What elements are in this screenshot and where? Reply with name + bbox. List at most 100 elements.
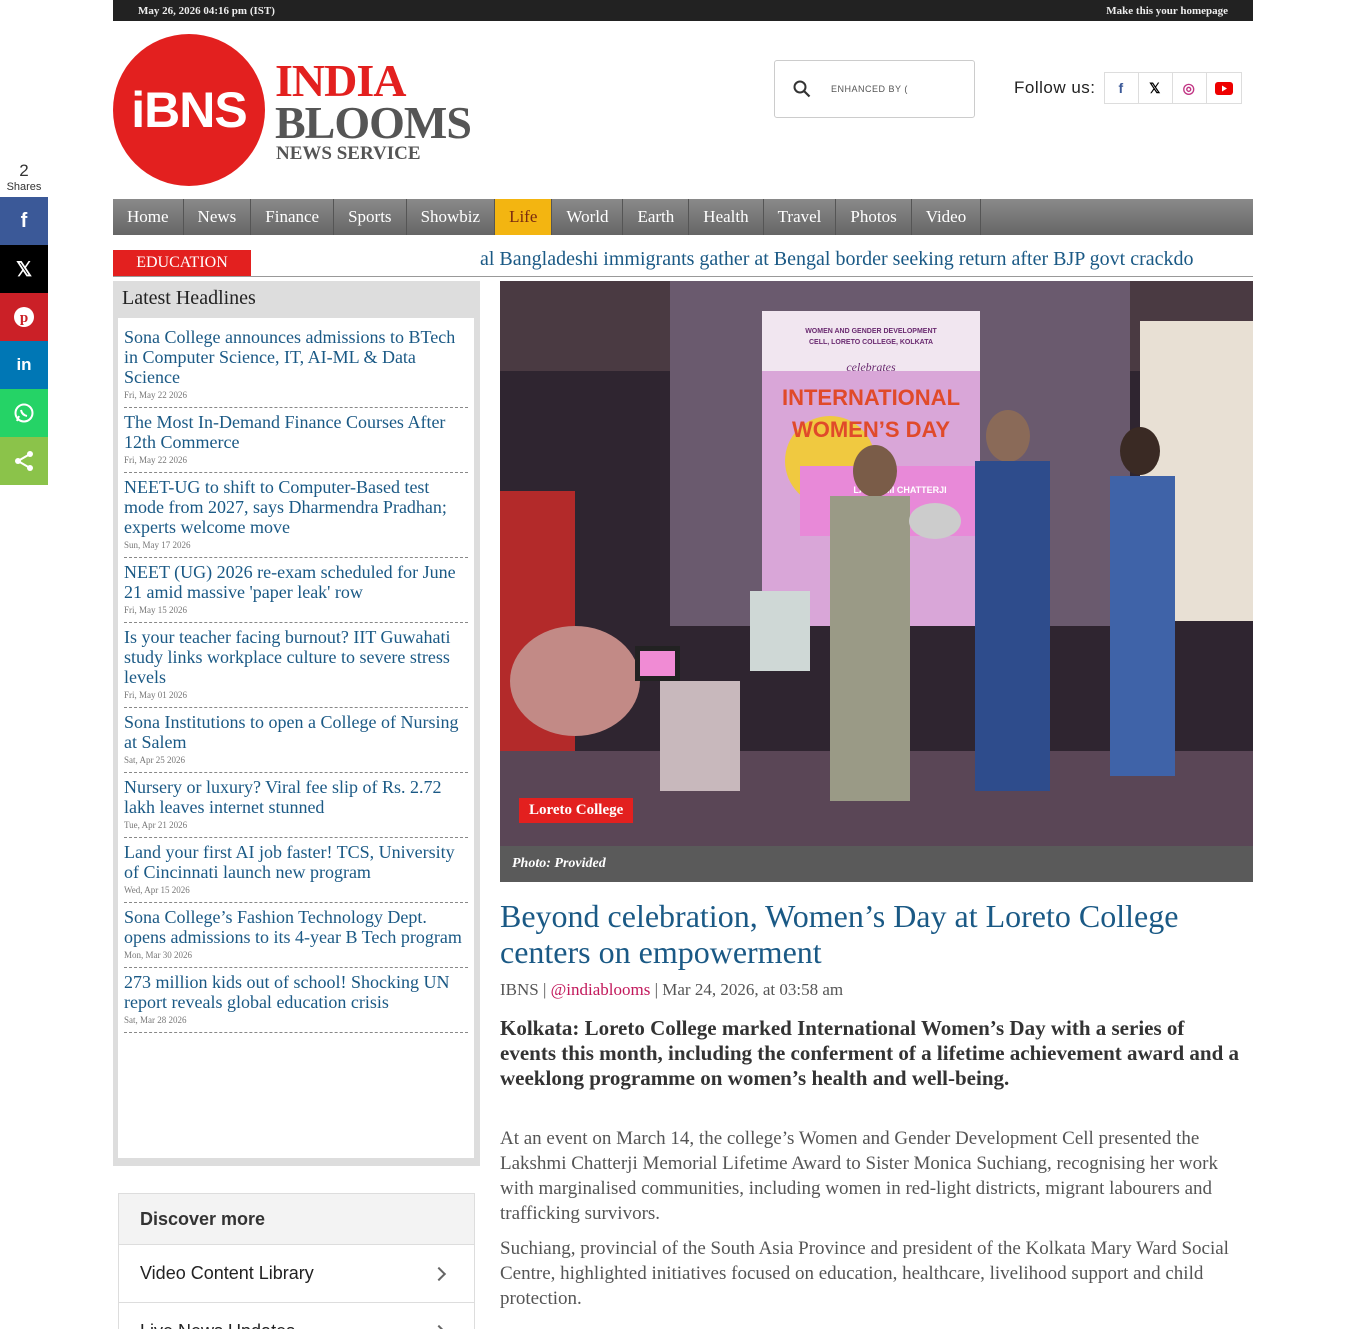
article-lede: Kolkata: Loreto College marked Internati… — [500, 1016, 1240, 1090]
nav-finance[interactable]: Finance — [251, 199, 335, 235]
screen-text: WOMEN AND GENDER DEVELOPMENT — [805, 328, 937, 335]
nav-photos[interactable]: Photos — [836, 199, 912, 235]
current-datetime: May 26, 2026 04:16 pm (IST) — [138, 4, 275, 17]
nav-home[interactable]: Home — [113, 199, 184, 235]
list-item[interactable]: NEET (UG) 2026 re-exam scheduled for Jun… — [124, 558, 468, 623]
search-icon[interactable] — [793, 80, 811, 98]
whatsapp-icon[interactable] — [0, 389, 48, 437]
follow-label: Follow us: — [1014, 78, 1096, 97]
nav-showbiz[interactable]: Showbiz — [407, 199, 496, 235]
search-input[interactable]: ENHANCED BY ( — [774, 60, 975, 118]
share-bar: f 𝕏 p in — [0, 197, 48, 485]
latest-headlines-list: Sona College announces admissions to BTe… — [118, 318, 474, 1158]
discover-row[interactable]: Live News Updates — [119, 1302, 474, 1329]
nav-earth[interactable]: Earth — [623, 199, 690, 235]
article-headline: Beyond celebration, Women’s Day at Loret… — [500, 898, 1179, 970]
screen-text: celebrates — [846, 360, 896, 374]
screen-text: WOMEN’S DAY — [792, 417, 950, 442]
headline-date: Sun, May 17 2026 — [124, 540, 191, 550]
list-item[interactable]: Land your first AI job faster! TCS, Univ… — [124, 838, 468, 903]
list-item[interactable]: NEET-UG to shift to Computer-Based test … — [124, 473, 468, 558]
follow-icons: f 𝕏 ◎ — [1103, 72, 1242, 104]
share-count-number: 2 — [19, 161, 29, 180]
share-count-label: Shares — [6, 180, 42, 193]
nav-travel[interactable]: Travel — [764, 199, 837, 235]
nav-sports[interactable]: Sports — [334, 199, 407, 235]
logo-line-blooms: BLOOMS — [275, 97, 472, 148]
headline-link[interactable]: 273 million kids out of school! Shocking… — [124, 972, 468, 1012]
list-item[interactable]: Is your teacher facing burnout? IIT Guwa… — [124, 623, 468, 708]
facebook-icon[interactable]: f — [0, 197, 48, 245]
headline-link[interactable]: NEET (UG) 2026 re-exam scheduled for Jun… — [124, 562, 468, 602]
headline-date: Tue, Apr 21 2026 — [124, 820, 188, 830]
search-enhanced-label: ENHANCED BY ( — [831, 84, 908, 94]
ticker-divider — [113, 276, 1253, 277]
photo-tag[interactable]: Loreto College — [519, 798, 634, 823]
latest-headlines: Latest Headlines Sona College announces … — [113, 281, 480, 1166]
chevron-right-icon — [431, 1324, 447, 1329]
list-item[interactable]: Nursery or luxury? Viral fee slip of Rs.… — [124, 773, 468, 838]
make-homepage-link[interactable]: Make this your homepage — [1106, 5, 1228, 17]
share-icon[interactable] — [0, 437, 48, 485]
headline-date: Mon, Mar 30 2026 — [124, 950, 192, 960]
youtube-icon[interactable] — [1207, 73, 1241, 103]
top-bar: May 26, 2026 04:16 pm (IST) Make this yo… — [113, 0, 1253, 21]
latest-headlines-title: Latest Headlines — [122, 287, 256, 309]
headline-link[interactable]: Sona College’s Fashion Technology Dept. … — [124, 907, 468, 947]
article-byline: IBNS | @indiablooms | Mar 24, 2026, at 0… — [500, 980, 844, 999]
list-item[interactable]: 273 million kids out of school! Shocking… — [124, 968, 468, 1033]
photo-caption: Photo: Provided — [500, 846, 1253, 882]
headline-link[interactable]: Is your teacher facing burnout? IIT Guwa… — [124, 627, 468, 687]
category-label[interactable]: EDUCATION — [113, 250, 251, 276]
headline-date: Fri, May 22 2026 — [124, 390, 187, 400]
headline-link[interactable]: Sona Institutions to open a College of N… — [124, 712, 468, 752]
headline-link[interactable]: Sona College announces admissions to BTe… — [124, 327, 468, 387]
news-ticker[interactable]: gal Bangladeshi immigrants gather at Ben… — [480, 248, 1253, 276]
follow-us: Follow us: f 𝕏 ◎ — [1014, 72, 1242, 104]
ticker-text[interactable]: gal Bangladeshi immigrants gather at Ben… — [480, 248, 1194, 271]
discover-row-label[interactable]: Live News Updates — [140, 1321, 295, 1329]
logo-badge-text: iBNS — [131, 82, 247, 138]
headline-date: Fri, May 01 2026 — [124, 690, 187, 700]
nav-video[interactable]: Video — [912, 199, 982, 235]
discover-row-label[interactable]: Video Content Library — [140, 1263, 314, 1284]
instagram-icon[interactable]: ◎ — [1173, 73, 1207, 103]
x-icon[interactable]: 𝕏 — [0, 245, 48, 293]
headline-date: Sat, Mar 28 2026 — [124, 1015, 187, 1025]
discover-more: Discover more Video Content Library Live… — [118, 1193, 475, 1329]
article-paragraph: At an event on March 14, the college’s W… — [500, 1128, 1218, 1224]
nav-world[interactable]: World — [552, 199, 624, 235]
svg-text:p: p — [20, 310, 28, 326]
headline-date: Fri, May 15 2026 — [124, 605, 187, 615]
x-icon[interactable]: 𝕏 — [1139, 73, 1173, 103]
pinterest-icon[interactable]: p — [0, 293, 48, 341]
screen-text: INTERNATIONAL — [782, 385, 960, 410]
headline-link[interactable]: Land your first AI job faster! TCS, Univ… — [124, 842, 468, 882]
screen-text: CELL, LORETO COLLEGE, KOLKATA — [809, 339, 933, 346]
headline-date: Fri, May 22 2026 — [124, 455, 187, 465]
article-paragraph: Suchiang, provincial of the South Asia P… — [500, 1238, 1229, 1309]
nav-news[interactable]: News — [184, 199, 252, 235]
headline-link[interactable]: Nursery or luxury? Viral fee slip of Rs.… — [124, 777, 468, 817]
main-nav: Home News Finance Sports Showbiz Life Wo… — [113, 199, 1253, 235]
share-count: 2 Shares — [0, 161, 48, 193]
headline-link[interactable]: NEET-UG to shift to Computer-Based test … — [124, 477, 468, 537]
byline-source: IBNS — [500, 980, 539, 999]
list-item[interactable]: Sona College announces admissions to BTe… — [124, 323, 468, 408]
headline-date: Sat, Apr 25 2026 — [124, 755, 186, 765]
discover-row[interactable]: Video Content Library — [119, 1244, 474, 1302]
list-item[interactable]: Sona Institutions to open a College of N… — [124, 708, 468, 773]
headline-date: Wed, Apr 15 2026 — [124, 885, 190, 895]
site-logo-wordmark[interactable]: INDIA BLOOMS NEWS SERVICE — [275, 58, 472, 164]
nav-life[interactable]: Life — [495, 199, 553, 235]
facebook-icon[interactable]: f — [1105, 73, 1139, 103]
list-item[interactable]: The Most In-Demand Finance Courses After… — [124, 408, 468, 473]
article-photo[interactable]: WOMEN AND GENDER DEVELOPMENT CELL, LORET… — [500, 281, 1253, 846]
headline-link[interactable]: The Most In-Demand Finance Courses After… — [124, 412, 468, 452]
chevron-right-icon — [431, 1266, 447, 1281]
nav-health[interactable]: Health — [689, 199, 764, 235]
site-logo-badge[interactable]: iBNS — [113, 34, 265, 186]
byline-handle-link[interactable]: @indiablooms — [551, 980, 651, 999]
list-item[interactable]: Sona College’s Fashion Technology Dept. … — [124, 903, 468, 968]
linkedin-icon[interactable]: in — [0, 341, 48, 389]
